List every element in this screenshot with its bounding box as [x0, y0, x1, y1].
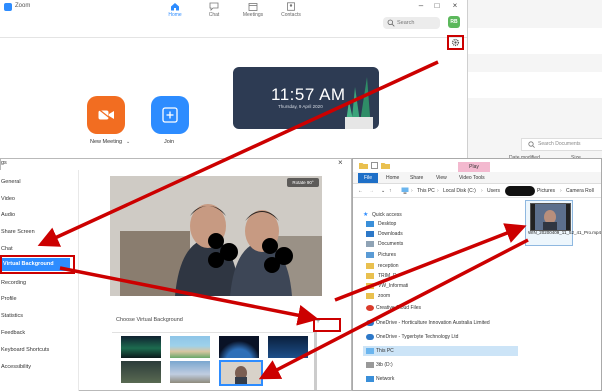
arrow-virtual-background-to-add — [59, 266, 319, 326]
annotation-arrows — [37, 60, 529, 380]
arrow-add-to-file — [334, 223, 527, 302]
arrow-settings-to-virtual-background — [37, 60, 439, 247]
arrow-file-to-thumbnail — [258, 238, 529, 380]
